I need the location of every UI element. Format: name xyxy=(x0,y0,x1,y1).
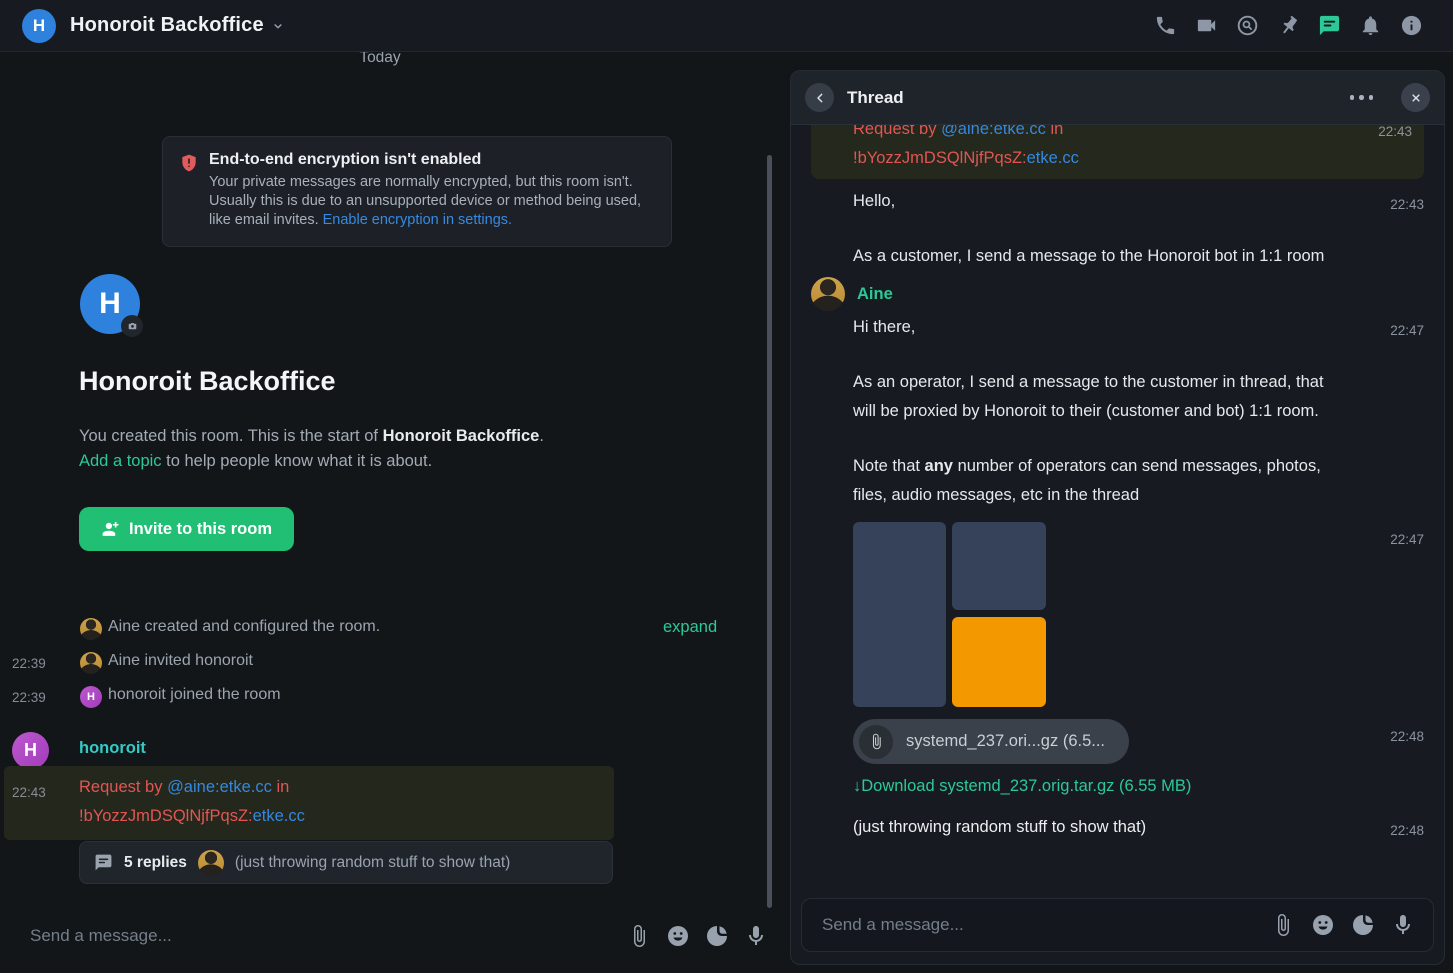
add-topic-link[interactable]: Add a topic xyxy=(79,452,162,470)
invite-button[interactable]: Invite to this room xyxy=(79,507,294,551)
avatar[interactable]: H xyxy=(12,732,49,769)
room-avatar-large[interactable]: H xyxy=(80,274,140,334)
chevron-down-icon xyxy=(271,19,285,33)
enable-encryption-link[interactable]: Enable encryption in settings. xyxy=(323,212,512,228)
download-link[interactable]: ↓Download systemd_237.orig.tar.gz (6.55 … xyxy=(811,772,1424,801)
avatar[interactable] xyxy=(811,277,845,311)
topbar-icons xyxy=(1154,14,1437,37)
message-input[interactable]: Send a message... xyxy=(30,926,172,946)
thread-title: Thread xyxy=(847,88,904,108)
attachment-icon[interactable] xyxy=(1271,913,1295,937)
attached-image[interactable] xyxy=(952,522,1046,610)
avatar xyxy=(198,850,224,876)
encryption-notice: End-to-end encryption isn't enabled Your… xyxy=(162,136,672,247)
thread-summary-card[interactable]: 5 replies (just throwing random stuff to… xyxy=(79,841,613,884)
thread-composer: Send a message... xyxy=(801,898,1434,952)
thread-preview: (just throwing random stuff to show that… xyxy=(235,854,510,872)
attachment-icon[interactable] xyxy=(627,924,651,948)
message-timestamp: 22:48 xyxy=(1390,722,1424,751)
thread-messages: 22:43 Request by @aine:etke.cc in !bYozz… xyxy=(791,125,1444,888)
emoji-icon[interactable] xyxy=(666,924,690,948)
thread-panel: Thread 22:43 Request by @aine:etke.cc in… xyxy=(790,70,1445,965)
pin-icon[interactable] xyxy=(1277,14,1300,37)
avatar[interactable]: H xyxy=(80,686,102,708)
reply-count: 5 replies xyxy=(124,854,187,872)
camera-icon[interactable] xyxy=(121,315,143,337)
image-message: 22:47 xyxy=(811,522,1424,707)
more-options-icon[interactable] xyxy=(1350,95,1374,100)
room-avatar-small[interactable]: H xyxy=(22,9,56,43)
close-icon[interactable] xyxy=(1401,83,1430,112)
message-timestamp: 22:43 xyxy=(1390,190,1424,219)
phone-icon[interactable] xyxy=(1154,14,1177,37)
avatar[interactable] xyxy=(80,652,102,674)
event-text: honoroit joined the room xyxy=(108,686,281,704)
event-row: 22:39 H honoroit joined the room xyxy=(0,686,760,710)
room-intro-text: You created this room. This is the start… xyxy=(79,424,544,473)
event-text: Aine created and configured the room. xyxy=(108,618,380,636)
top-bar: H Honoroit Backoffice xyxy=(0,0,1453,52)
user-mention-link[interactable]: @aine:etke.cc xyxy=(941,125,1046,138)
sender-name[interactable]: Aine xyxy=(857,280,893,309)
highlighted-message: 22:43 Request by @aine:etke.cc in !bYozz… xyxy=(4,766,614,840)
event-row: 22:39 Aine invited honoroit xyxy=(0,652,760,676)
emoji-icon[interactable] xyxy=(1311,913,1335,937)
expand-link[interactable]: expand xyxy=(663,618,717,637)
thread-header: Thread xyxy=(791,71,1444,125)
microphone-icon[interactable] xyxy=(744,924,768,948)
attached-image[interactable] xyxy=(853,522,946,707)
thread-message: 22:43 Hello, As a customer, I send a mes… xyxy=(811,187,1424,271)
event-text: Aine invited honoroit xyxy=(108,652,253,670)
sticker-icon[interactable] xyxy=(1351,913,1375,937)
attached-image[interactable] xyxy=(952,617,1046,707)
message-timestamp: 22:47 xyxy=(1390,316,1424,345)
message-timestamp: 22:47 xyxy=(1390,525,1424,554)
back-button[interactable] xyxy=(805,83,834,112)
message-input[interactable]: Send a message... xyxy=(822,915,964,935)
thread-message: 22:48 (just throwing random stuff to sho… xyxy=(811,813,1424,842)
room-info-icon[interactable] xyxy=(1400,14,1423,37)
message-timestamp: 22:43 xyxy=(1378,125,1412,146)
file-message: 22:48 systemd_237.ori...gz (6.5... xyxy=(811,719,1424,764)
room-id-link[interactable]: etke.cc xyxy=(1027,149,1079,167)
avatar[interactable] xyxy=(80,618,102,640)
thread-root-message: 22:43 Request by @aine:etke.cc in !bYozz… xyxy=(811,125,1424,179)
attachment-icon xyxy=(859,725,893,759)
room-title-menu[interactable]: Honoroit Backoffice xyxy=(70,14,285,37)
sender-name[interactable]: honoroit xyxy=(79,739,146,758)
thread-message: 22:47 Hi there, As an operator, I send a… xyxy=(811,313,1424,510)
room-title: Honoroit Backoffice xyxy=(70,14,264,37)
notifications-icon[interactable] xyxy=(1359,14,1382,37)
file-name: systemd_237.ori...gz (6.5... xyxy=(906,727,1105,756)
message-timestamp: 22:48 xyxy=(1390,816,1424,845)
room-intro-title: Honoroit Backoffice xyxy=(79,366,336,397)
event-timestamp: 22:39 xyxy=(12,656,56,671)
message-composer: Send a message... xyxy=(0,904,790,973)
microphone-icon[interactable] xyxy=(1391,913,1415,937)
encryption-notice-title: End-to-end encryption isn't enabled xyxy=(209,151,653,169)
event-timestamp: 22:39 xyxy=(12,690,56,705)
timeline: Today End-to-end encryption isn't enable… xyxy=(0,52,790,973)
threads-icon[interactable] xyxy=(1318,14,1341,37)
video-call-icon[interactable] xyxy=(1195,14,1218,37)
shield-alert-icon xyxy=(179,153,199,173)
user-mention-link[interactable]: @aine:etke.cc xyxy=(167,778,272,796)
event-row: Aine created and configured the room. ex… xyxy=(0,618,760,642)
thread-icon xyxy=(94,853,113,872)
date-divider: Today xyxy=(0,52,760,67)
room-id-link[interactable]: etke.cc xyxy=(253,807,305,825)
encryption-notice-body: Your private messages are normally encry… xyxy=(209,173,653,230)
sticker-icon[interactable] xyxy=(705,924,729,948)
timeline-scrollbar[interactable] xyxy=(767,155,772,908)
person-add-icon xyxy=(101,520,120,539)
file-attachment[interactable]: systemd_237.ori...gz (6.5... xyxy=(853,719,1129,764)
search-icon[interactable] xyxy=(1236,14,1259,37)
message-timestamp: 22:43 xyxy=(12,778,46,807)
sender-header: Aine xyxy=(811,277,1424,311)
